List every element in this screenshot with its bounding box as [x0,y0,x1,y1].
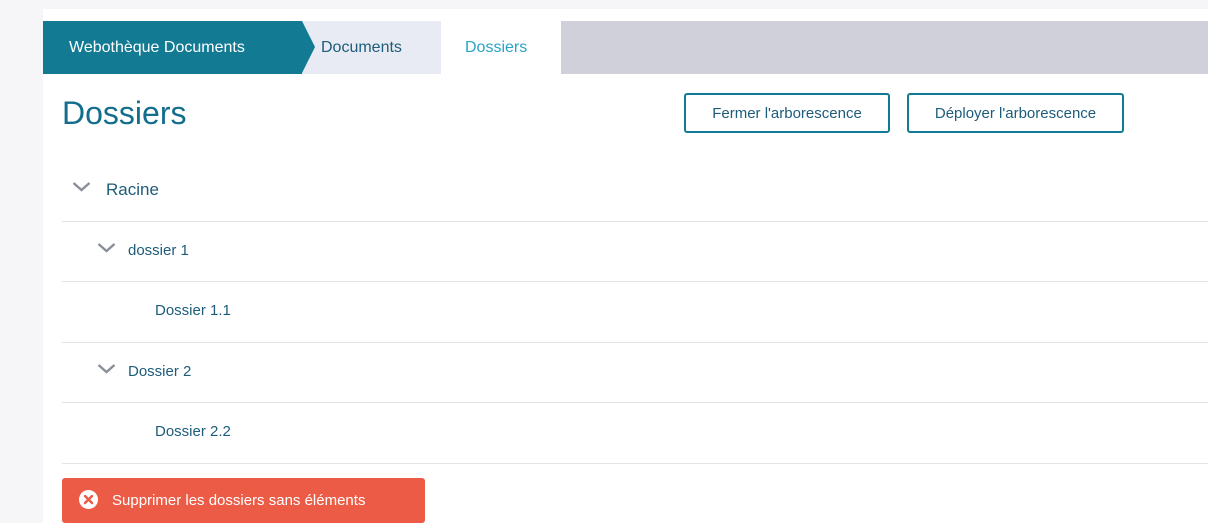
main-content: Webothèque Documents Documents Dossiers … [43,9,1208,523]
expand-tree-button[interactable]: Déployer l'arborescence [907,93,1124,133]
breadcrumb-arrow [302,21,315,73]
chevron-down-icon[interactable] [72,181,91,193]
tree-item-dossier-2[interactable]: Dossier 2 [62,343,1208,403]
breadcrumb-documents[interactable]: Documents [302,21,441,74]
delete-empty-folders-button[interactable]: Supprimer les dossiers sans éléments [62,478,425,523]
tree-item-label: Dossier 1.1 [155,302,231,319]
tree-item-dossier-1[interactable]: dossier 1 [62,222,1208,282]
page-title: Dossiers [62,95,187,131]
tree-item-label: Dossier 2 [128,362,192,380]
tree-item-dossier-2-2[interactable]: Dossier 2.2 [62,403,1208,464]
folder-tree: Racine dossier 1 Dossier 1.1 Dossier 2 D… [62,161,1208,464]
breadcrumb-home[interactable]: Webothèque Documents [43,21,302,74]
chevron-down-icon[interactable] [97,242,116,254]
tree-item-label: Dossier 2.2 [155,423,231,440]
tree-item-label: Racine [106,180,159,199]
breadcrumb: Webothèque Documents Documents Dossiers [43,21,1208,74]
breadcrumb-current: Dossiers [441,21,561,74]
page: Webothèque Documents Documents Dossiers … [0,0,1208,523]
tree-item-racine[interactable]: Racine [62,161,1208,222]
tree-item-label: dossier 1 [128,241,189,259]
collapse-tree-button[interactable]: Fermer l'arborescence [684,93,890,133]
tree-item-dossier-1-1[interactable]: Dossier 1.1 [62,282,1208,343]
chevron-down-icon[interactable] [97,363,116,375]
delete-empty-folders-label: Supprimer les dossiers sans éléments [112,492,366,509]
close-circle-icon [79,490,98,509]
